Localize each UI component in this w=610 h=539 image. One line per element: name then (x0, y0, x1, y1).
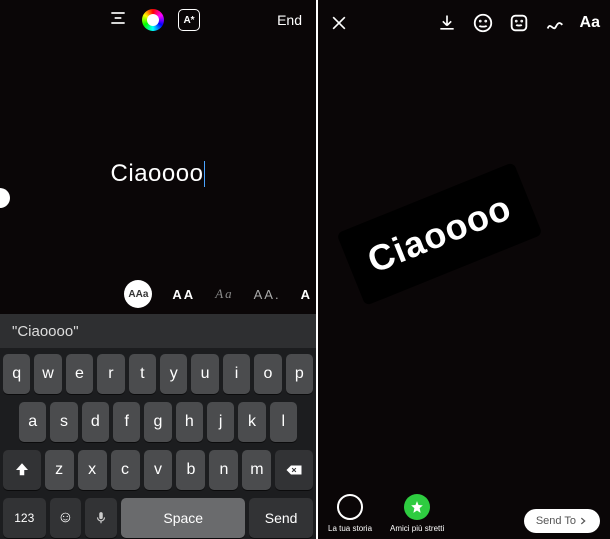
key-f[interactable]: f (113, 402, 140, 442)
close-friends-option[interactable]: Amici più stretti (390, 494, 444, 533)
text-cursor (204, 161, 205, 187)
download-icon[interactable] (436, 12, 458, 34)
story-preview-screen: Aa Ciaoooo La tua storia Amici più stret… (318, 0, 610, 539)
key-t[interactable]: t (129, 354, 156, 394)
font-style-option[interactable]: AA (172, 287, 195, 302)
toolbar-right-group: Aa (436, 12, 600, 34)
key-h[interactable]: h (176, 402, 203, 442)
key-space[interactable]: Space (121, 498, 245, 538)
key-q[interactable]: q (3, 354, 30, 394)
sticker-icon[interactable] (508, 12, 530, 34)
send-to-label: Send To (536, 515, 576, 527)
key-backspace[interactable] (275, 450, 313, 490)
key-v[interactable]: v (144, 450, 173, 490)
text-tool-button[interactable]: Aa (580, 14, 600, 32)
editor-top-toolbar: A* End (0, 0, 316, 40)
key-b[interactable]: b (176, 450, 205, 490)
key-send[interactable]: Send (249, 498, 313, 538)
key-row-3: z x c v b n m (3, 450, 313, 490)
preview-top-toolbar: Aa (318, 0, 610, 46)
key-k[interactable]: k (238, 402, 265, 442)
toolbar-left-group: A* (108, 8, 200, 33)
key-row-1: q w e r t y u i o p (3, 354, 313, 394)
key-row-4: 123 ☺ Space Send (3, 498, 313, 538)
key-row-2: a s d f g h j k l (3, 402, 313, 442)
key-s[interactable]: s (50, 402, 77, 442)
color-picker-icon[interactable] (142, 9, 164, 31)
preview-bottom-bar: La tua storia Amici più stretti Send To (318, 494, 610, 533)
font-style-option[interactable]: A (301, 287, 312, 302)
key-z[interactable]: z (45, 450, 74, 490)
text-size-slider-knob[interactable] (0, 188, 10, 208)
typed-text: Ciaoooo (111, 160, 204, 188)
done-button[interactable]: End (277, 12, 302, 28)
font-style-selected[interactable]: AAa (124, 280, 152, 308)
key-i[interactable]: i (223, 354, 250, 394)
key-p[interactable]: p (286, 354, 313, 394)
close-icon[interactable] (328, 12, 350, 34)
key-d[interactable]: d (82, 402, 109, 442)
key-y[interactable]: y (160, 354, 187, 394)
key-a[interactable]: a (19, 402, 46, 442)
key-l[interactable]: l (270, 402, 297, 442)
key-m[interactable]: m (242, 450, 271, 490)
font-style-option[interactable]: AA. (254, 287, 281, 302)
key-j[interactable]: j (207, 402, 234, 442)
key-x[interactable]: x (78, 450, 107, 490)
key-o[interactable]: o (254, 354, 281, 394)
align-icon[interactable] (108, 8, 128, 33)
keyboard: q w e r t y u i o p a s d f g h j k l z (0, 348, 316, 539)
effects-icon[interactable]: A* (178, 9, 200, 31)
font-style-selector-row: AAa AA Aa AA. A (0, 277, 316, 311)
story-text-sticker[interactable]: Ciaoooo (336, 162, 542, 306)
your-story-avatar-icon (337, 494, 363, 520)
keyboard-suggestion-bar[interactable]: "Ciaoooo" (0, 314, 316, 348)
key-n[interactable]: n (209, 450, 238, 490)
key-e[interactable]: e (66, 354, 93, 394)
key-emoji[interactable]: ☺ (50, 498, 82, 538)
key-shift[interactable] (3, 450, 41, 490)
send-to-button[interactable]: Send To (524, 509, 600, 533)
key-g[interactable]: g (144, 402, 171, 442)
draw-icon[interactable] (544, 12, 566, 34)
key-u[interactable]: u (191, 354, 218, 394)
your-story-label: La tua storia (328, 524, 372, 533)
key-r[interactable]: r (97, 354, 124, 394)
close-friends-label: Amici più stretti (390, 524, 444, 533)
key-mic[interactable] (85, 498, 117, 538)
story-text-editor-screen: A* End Ciaoooo AAa AA Aa AA. A "Ciaoooo"… (0, 0, 318, 539)
effects-face-icon[interactable] (472, 12, 494, 34)
suggestion-text[interactable]: "Ciaoooo" (12, 323, 79, 340)
key-c[interactable]: c (111, 450, 140, 490)
font-style-option[interactable]: Aa (215, 286, 233, 302)
your-story-option[interactable]: La tua storia (328, 494, 372, 533)
key-numbers[interactable]: 123 (3, 498, 46, 538)
key-w[interactable]: w (34, 354, 61, 394)
close-friends-star-icon (404, 494, 430, 520)
text-input-area[interactable]: Ciaoooo (0, 160, 316, 188)
audience-selector-group: La tua storia Amici più stretti (328, 494, 444, 533)
